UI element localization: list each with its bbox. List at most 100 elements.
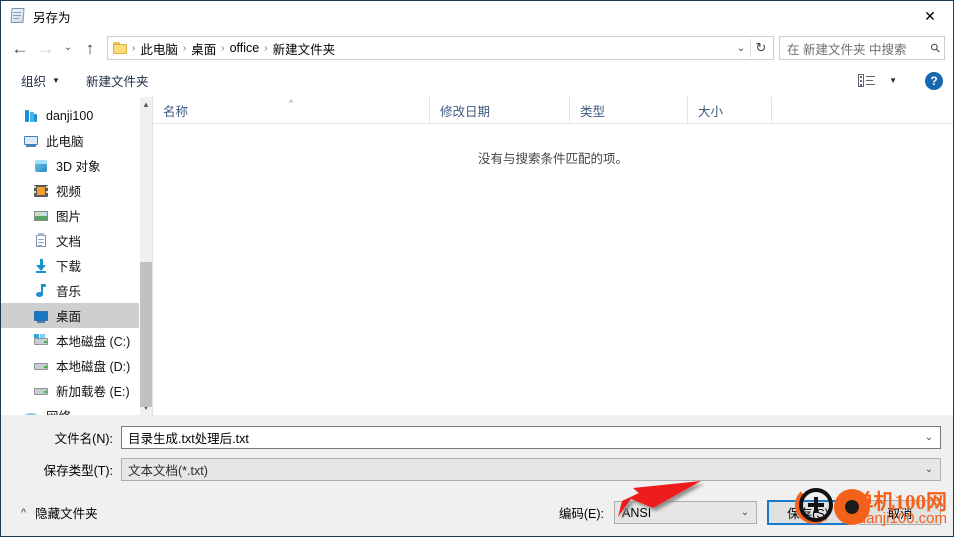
pictures-icon <box>33 208 49 224</box>
window-title: 另存为 <box>33 10 71 25</box>
search-input[interactable]: 在 新建文件夹 中搜索 ⚲ <box>779 36 945 60</box>
sidebar-item-label: 本地磁盘 (C:) <box>56 335 131 349</box>
column-header-filler <box>772 97 953 123</box>
sidebar-item-desktop[interactable]: 桌面 <box>1 303 152 328</box>
filetype-value: 文本文档(*.txt) <box>128 463 208 478</box>
scroll-up-icon[interactable]: ▲ <box>139 97 152 112</box>
column-header-date-modified[interactable]: 修改日期 <box>430 97 570 123</box>
view-mode-icon <box>858 74 876 87</box>
command-bar: 组织 ▼ 新建文件夹 ▼ ? <box>1 65 953 97</box>
navigation-bar: ← → ⌄ ↑ › 此电脑 › 桌面 › office › 新建文件夹 ⌄ ↻ … <box>1 31 953 65</box>
file-list-pane: ^ 名称 修改日期 类型 大小 没有与搜索条件匹配的项。 <box>153 97 953 415</box>
sidebar-list: danji100 此电脑 3D 对象 视频 图片 文档 下载 音乐 桌面 本地磁… <box>1 97 152 415</box>
sidebar-item-new-volume-e[interactable]: 新加载卷 (E:) <box>1 378 152 403</box>
column-header-size[interactable]: 大小 <box>688 97 772 123</box>
sidebar-item-this-pc[interactable]: 此电脑 <box>1 128 152 153</box>
sidebar-item-label: 3D 对象 <box>56 160 101 174</box>
sidebar-item-label: 下载 <box>56 260 82 274</box>
new-folder-button[interactable]: 新建文件夹 <box>80 71 155 90</box>
address-bar[interactable]: › 此电脑 › 桌面 › office › 新建文件夹 ⌄ ↻ <box>107 36 774 60</box>
filetype-label: 保存类型(T): <box>43 463 113 478</box>
recent-locations-chevron-down-icon[interactable]: ⌄ <box>59 35 77 61</box>
chevron-down-icon[interactable]: ⌄ <box>734 502 756 523</box>
filename-row: 文件名(N): 目录生成.txt处理后.txt ⌄ <box>13 425 941 449</box>
sidebar-item-label: 文档 <box>56 235 82 249</box>
notepad-icon <box>10 8 26 24</box>
sidebar-item-documents[interactable]: 文档 <box>1 228 152 253</box>
scrollbar-thumb[interactable] <box>139 262 152 407</box>
desktop-icon <box>33 308 49 324</box>
this-pc-icon <box>23 133 39 149</box>
filename-label: 文件名(N): <box>54 431 113 446</box>
sidebar-item-local-disk-d[interactable]: 本地磁盘 (D:) <box>1 353 152 378</box>
help-button[interactable]: ? <box>925 71 943 90</box>
downloads-icon <box>33 258 49 274</box>
chevron-down-icon[interactable]: ▼ <box>889 76 897 85</box>
column-header-type[interactable]: 类型 <box>570 97 688 123</box>
sort-ascending-icon: ^ <box>288 98 294 108</box>
refresh-icon[interactable]: ↻ <box>751 37 771 59</box>
onedrive-icon <box>23 108 39 124</box>
chevron-down-icon: ▼ <box>52 76 60 85</box>
save-button[interactable]: 保存(S) <box>767 500 849 525</box>
back-arrow-icon[interactable]: ← <box>7 35 33 61</box>
system-drive-icon <box>33 333 49 349</box>
search-placeholder: 在 新建文件夹 中搜索 <box>787 42 907 57</box>
3d-objects-icon <box>33 158 49 174</box>
close-icon[interactable]: ✕ <box>907 1 953 31</box>
up-arrow-icon[interactable]: ↑ <box>77 35 103 61</box>
sidebar-item-label: 桌面 <box>56 310 82 324</box>
sidebar-item-label: 图片 <box>56 210 82 224</box>
column-label: 修改日期 <box>440 104 491 119</box>
window-controls: ✕ <box>907 1 953 31</box>
scrollbar-track[interactable] <box>139 112 152 407</box>
column-header-name[interactable]: ^ 名称 <box>153 97 430 123</box>
dialog-content: danji100 此电脑 3D 对象 视频 图片 文档 下载 音乐 桌面 本地磁… <box>1 97 953 415</box>
navigation-pane: danji100 此电脑 3D 对象 视频 图片 文档 下载 音乐 桌面 本地磁… <box>1 97 152 415</box>
organize-label: 组织 <box>21 75 47 89</box>
sidebar-item-videos[interactable]: 视频 <box>1 178 152 203</box>
view-mode-button[interactable]: ▼ <box>852 74 903 87</box>
organize-button[interactable]: 组织 ▼ <box>15 71 66 90</box>
filetype-row: 保存类型(T): 文本文档(*.txt) ⌄ <box>13 457 941 481</box>
empty-state-message: 没有与搜索条件匹配的项。 <box>477 152 628 166</box>
title-bar: 另存为 ✕ <box>1 1 953 31</box>
forward-arrow-icon: → <box>37 38 55 58</box>
chevron-down-icon[interactable]: ⌄ <box>918 459 940 480</box>
sidebar-item-3d-objects[interactable]: 3D 对象 <box>1 153 152 178</box>
chevron-down-icon[interactable]: ⌄ <box>918 427 940 448</box>
breadcrumb-item-2[interactable]: office <box>226 41 264 55</box>
sidebar-item-label: 视频 <box>56 185 82 199</box>
filename-input[interactable]: 目录生成.txt处理后.txt ⌄ <box>121 425 941 449</box>
encoding-value: ANSI <box>622 505 652 520</box>
breadcrumb-item-0[interactable]: 此电脑 <box>136 39 182 58</box>
footer-actions: 编码(E): ANSI ⌄ 保存(S) 取消 <box>559 500 941 525</box>
sidebar-item-pictures[interactable]: 图片 <box>1 203 152 228</box>
address-chevron-down-icon[interactable]: ⌄ <box>732 37 750 59</box>
breadcrumb-item-1[interactable]: 桌面 <box>187 39 220 58</box>
breadcrumb-item-3[interactable]: 新建文件夹 <box>269 39 340 58</box>
encoding-select[interactable]: ANSI ⌄ <box>614 501 757 524</box>
drive-icon <box>33 358 49 374</box>
sidebar-item-danji100[interactable]: danji100 <box>1 103 152 128</box>
folder-icon <box>113 42 128 54</box>
hide-folders-toggle[interactable]: ^ 隐藏文件夹 <box>13 503 98 522</box>
sidebar-item-label: 新加载卷 (E:) <box>56 385 130 399</box>
hide-folders-label: 隐藏文件夹 <box>35 507 98 521</box>
column-label: 大小 <box>698 104 724 119</box>
sidebar-item-label: 此电脑 <box>46 135 84 149</box>
sidebar-item-music[interactable]: 音乐 <box>1 278 152 303</box>
music-icon <box>33 283 49 299</box>
network-icon <box>23 408 39 415</box>
sidebar-item-network[interactable]: 网络 <box>1 403 152 415</box>
cancel-button[interactable]: 取消 <box>859 500 941 525</box>
sidebar-scrollbar[interactable]: ▲ ▼ <box>139 97 152 415</box>
filetype-select[interactable]: 文本文档(*.txt) ⌄ <box>121 457 941 481</box>
sidebar-item-local-disk-c[interactable]: 本地磁盘 (C:) <box>1 328 152 353</box>
column-headers: ^ 名称 修改日期 类型 大小 <box>153 97 953 123</box>
sidebar-item-label: 网络 <box>46 406 71 415</box>
dialog-footer: ^ 隐藏文件夹 编码(E): ANSI ⌄ 保存(S) 取消 <box>1 489 953 536</box>
sidebar-item-downloads[interactable]: 下载 <box>1 253 152 278</box>
filename-value: 目录生成.txt处理后.txt <box>128 431 249 446</box>
column-label: 名称 <box>163 104 189 119</box>
